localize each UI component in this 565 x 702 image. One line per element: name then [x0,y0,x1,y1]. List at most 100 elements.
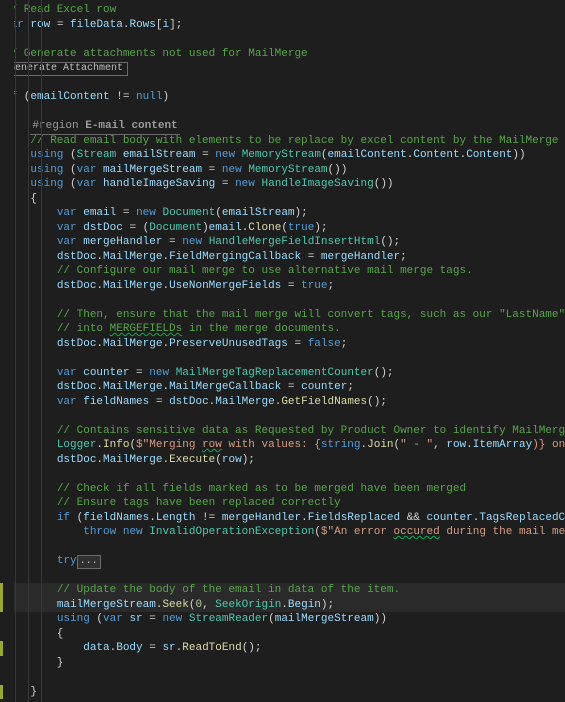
code-line[interactable]: dstDoc.MailMerge.UseNonMergeFields = tru… [0,279,565,294]
code-editor[interactable]: // Read Excel row var row = fileData.Row… [0,0,565,702]
method: Info [103,439,129,451]
prop: MailMerge [103,251,162,263]
prop: PreserveUnusedTags [169,338,288,350]
code-line[interactable]: // Check if all fields marked as to be m… [0,482,565,497]
keyword: new [123,526,143,538]
code-line[interactable]: using (var handleImageSaving = new Handl… [0,177,565,192]
code-line[interactable]: #region E-mail content [0,119,565,134]
type: StreamReader [189,613,268,625]
prop: TagsReplacedCount [479,512,565,524]
comment: // into MERGEFIELDs in the merge documen… [57,323,341,335]
code-line[interactable]: var fieldNames = dstDoc.MailMerge.GetFie… [0,395,565,410]
comment: // Contains sensitive data as Requested … [57,425,565,437]
code-line[interactable]: { [0,627,565,642]
code-line[interactable]: try... [0,554,565,569]
identifier: emailContent [30,91,109,103]
comment: // Read email body with elements to be r… [30,135,565,147]
code-line[interactable]: // Configure our mail merge to use alter… [0,264,565,279]
prop: ItemArray [473,439,532,451]
keyword: new [235,178,255,190]
identifier: mergeHandler [222,512,301,524]
blank-line [0,76,565,91]
identifier: dstDoc [169,396,209,408]
identifier: counter [427,512,473,524]
region-directive[interactable]: #region E-mail content [30,119,179,135]
prop: MailMerge [215,396,274,408]
code-line[interactable]: // Read Excel row [0,3,565,18]
comment: // Check if all fields marked as to be m… [57,483,466,495]
code-line[interactable]: data.Body = sr.ReadToEnd(); [0,641,565,656]
code-line[interactable]: using (Stream emailStream = new MemorySt… [0,148,565,163]
code-line[interactable]: Generate Attachment [0,61,565,76]
code-line[interactable]: using (var sr = new StreamReader(mailMer… [0,612,565,627]
code-line[interactable]: // into MERGEFIELDs in the merge documen… [0,322,565,337]
code-line[interactable]: // Ensure tags have been replaced correc… [0,496,565,511]
method: GetFieldNames [281,396,367,408]
keyword: try [57,555,77,567]
identifier: dstDoc [57,280,97,292]
code-line[interactable]: { [0,192,565,207]
identifier: emailContent [328,149,407,161]
keyword: new [215,149,235,161]
blank-line [0,540,565,555]
identifier: mailMergeStream [275,613,374,625]
code-line[interactable]: // Update the body of the email in data … [0,583,565,598]
keyword: var [77,164,97,176]
code-line[interactable]: Logger.Info($"Merging row with values: {… [0,438,565,453]
blank-line [0,293,565,308]
type: MemoryStream [242,149,321,161]
prop: Begin [288,599,321,611]
indent-guide [15,0,16,702]
code-line[interactable]: dstDoc.MailMerge.MailMergeCallback = cou… [0,380,565,395]
indent-guide [28,0,29,702]
code-line[interactable]: throw new InvalidOperationException($"An… [0,525,565,540]
code-line[interactable]: if (emailContent != null) [0,90,565,105]
type: Document [162,207,215,219]
code-line[interactable]: using (var mailMergeStream = new MemoryS… [0,163,565,178]
number: 0 [195,599,202,611]
change-marker [0,598,3,613]
identifier: fieldNames [83,396,149,408]
identifier: emailStream [123,149,196,161]
prop: MailMerge [103,280,162,292]
type: MemoryStream [248,164,327,176]
code-line[interactable]: var email = new Document(emailStream); [0,206,565,221]
folded-region[interactable]: Generate Attachment [4,62,128,76]
prop: MailMerge [103,454,162,466]
identifier: emailStream [222,207,295,219]
code-line[interactable]: dstDoc.MailMerge.PreserveUnusedTags = fa… [0,337,565,352]
code-line[interactable]: { [0,105,565,120]
keyword: false [308,338,341,350]
code-line[interactable]: // Read email body with elements to be r… [0,134,565,149]
code-line[interactable]: // Generate attachments not used for Mai… [0,47,565,62]
identifier: counter [83,367,129,379]
code-line[interactable]: if (fieldNames.Length != mergeHandler.Fi… [0,511,565,526]
code-line[interactable]: dstDoc.MailMerge.FieldMergingCallback = … [0,250,565,265]
method: Clone [248,222,281,234]
code-line[interactable]: var counter = new MailMergeTagReplacemen… [0,366,565,381]
code-line[interactable]: } [0,685,565,700]
code-line[interactable]: var row = fileData.Rows[i]; [0,18,565,33]
code-line[interactable]: var mergeHandler = new HandleMergeFieldI… [0,235,565,250]
comment: // Ensure tags have been replaced correc… [57,497,341,509]
code-line[interactable]: // Contains sensitive data as Requested … [0,424,565,439]
code-line[interactable]: // Then, ensure that the mail merge will… [0,308,565,323]
code-line[interactable]: } [0,656,565,671]
code-line[interactable]: dstDoc.MailMerge.Execute(row); [0,453,565,468]
change-marker [0,641,3,656]
keyword: null [136,91,162,103]
identifier: fileData [70,19,123,31]
method: ReadToEnd [182,642,241,654]
keyword: throw [83,526,116,538]
type: HandleMergeFieldInsertHtml [209,236,381,248]
code-line[interactable]: mailMergeStream.Seek(0, SeekOrigin.Begin… [0,598,565,613]
folded-block[interactable]: ... [77,555,101,569]
change-marker [0,685,3,700]
type: HandleImageSaving [262,178,374,190]
keyword: using [57,613,90,625]
prop: MailMergeCallback [169,381,281,393]
identifier: dstDoc [83,222,123,234]
prop: Content [466,149,512,161]
code-line[interactable]: var dstDoc = (Document)email.Clone(true)… [0,221,565,236]
blank-line [0,569,565,584]
